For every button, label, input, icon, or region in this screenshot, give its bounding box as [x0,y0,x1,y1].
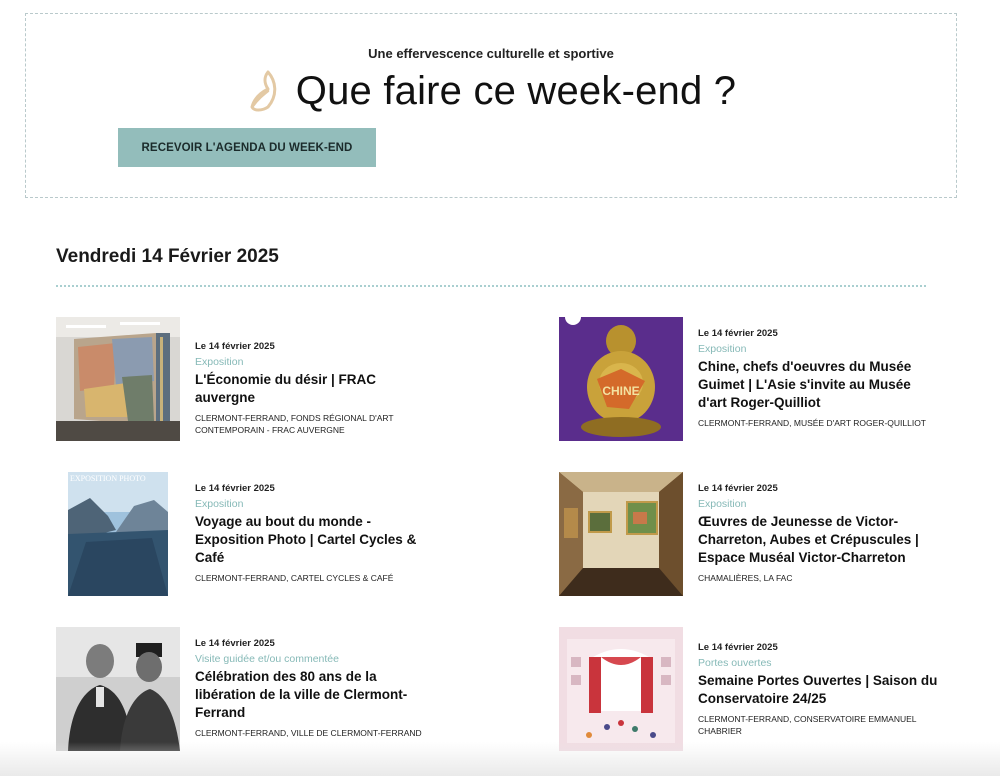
fjord-poster-image: EXPOSITION PHOTO [56,472,180,596]
event-title[interactable]: Chine, chefs d'oeuvres du Musée Guimet |… [698,358,939,412]
thumb-caption: EXPOSITION PHOTO [70,474,146,483]
hero-subtitle: Une effervescence culturelle et sportive [368,46,614,61]
event-thumbnail[interactable] [559,627,683,751]
event-date: Le 14 février 2025 [195,638,275,649]
conservatoire-poster-image [559,627,683,751]
event-location: CLERMONT-FERRAND, CARTEL CYCLES & CAFÉ [195,573,394,583]
event-category[interactable]: Portes ouvertes [698,657,939,669]
event-card[interactable]: Le 14 février 2025 Exposition Œuvres de … [559,472,939,598]
event-info: Le 14 février 2025 Exposition Voyage au … [195,483,436,584]
event-thumbnail[interactable]: CHINE [559,317,683,441]
event-category[interactable]: Exposition [698,343,939,355]
event-category[interactable]: Visite guidée et/ou commentée [195,653,436,665]
hero-title-row: Que faire ce week-end ? [26,66,956,116]
event-location: CLERMONT-FERRAND, CONSERVATOIRE EMMANUEL… [698,714,917,736]
event-date: Le 14 février 2025 [698,642,778,653]
event-info: Le 14 février 2025 Portes ouvertes Semai… [698,642,939,737]
event-date: Le 14 février 2025 [195,483,275,494]
event-title[interactable]: Semaine Portes Ouvertes | Saison du Cons… [698,672,939,708]
subscribe-agenda-button[interactable]: RECEVOIR L'AGENDA DU WEEK-END [118,128,376,167]
event-title[interactable]: Œuvres de Jeunesse de Victor-Charreton, … [698,513,939,567]
event-info: Le 14 février 2025 Exposition Chine, che… [698,328,939,429]
event-location: CLERMONT-FERRAND, VILLE DE CLERMONT-FERR… [195,728,422,738]
historic-photo-image [56,627,180,751]
event-date: Le 14 février 2025 [698,483,778,494]
event-date: Le 14 février 2025 [698,328,778,339]
leaf-icon [250,70,277,112]
event-thumbnail[interactable] [56,627,180,751]
event-info: Le 14 février 2025 Visite guidée et/ou c… [195,638,436,739]
event-location: CHAMALIÈRES, LA FAC [698,573,793,583]
event-category[interactable]: Exposition [698,498,939,510]
event-info: Le 14 février 2025 Exposition L'Économie… [195,341,436,436]
event-location: CLERMONT-FERRAND, FONDS RÉGIONAL D'ART C… [195,413,394,435]
thumb-caption: CHINE [602,384,639,398]
page-title: Que faire ce week-end ? [295,68,737,113]
event-title[interactable]: L'Économie du désir | FRAC auvergne [195,371,436,407]
event-card[interactable]: Le 14 février 2025 Visite guidée et/ou c… [56,627,436,753]
event-title[interactable]: Célébration des 80 ans de la libération … [195,668,436,722]
event-card[interactable]: Le 14 février 2025 Exposition L'Économie… [56,317,436,443]
event-date: Le 14 février 2025 [195,341,275,352]
event-category[interactable]: Exposition [195,498,436,510]
museum-room-image [559,472,683,596]
event-card[interactable]: EXPOSITION PHOTO Le 14 février 2025 Expo… [56,472,436,598]
event-card[interactable]: Le 14 février 2025 Portes ouvertes Semai… [559,627,939,753]
event-location: CLERMONT-FERRAND, MUSÉE D'ART ROGER-QUIL… [698,418,927,428]
event-thumbnail[interactable] [56,317,180,441]
gallery-mural-image [56,317,180,441]
event-info: Le 14 février 2025 Exposition Œuvres de … [698,483,939,584]
event-thumbnail[interactable] [559,472,683,596]
buddha-statue-image: CHINE [559,317,683,441]
event-category[interactable]: Exposition [195,356,436,368]
divider [56,285,926,287]
hero-banner: Une effervescence culturelle et sportive… [25,13,957,198]
day-heading: Vendredi 14 Février 2025 [56,246,279,267]
event-thumbnail[interactable]: EXPOSITION PHOTO [56,472,180,596]
event-title[interactable]: Voyage au bout du monde - Exposition Pho… [195,513,436,567]
event-card[interactable]: CHINE Le 14 février 2025 Exposition Chin… [559,317,939,443]
